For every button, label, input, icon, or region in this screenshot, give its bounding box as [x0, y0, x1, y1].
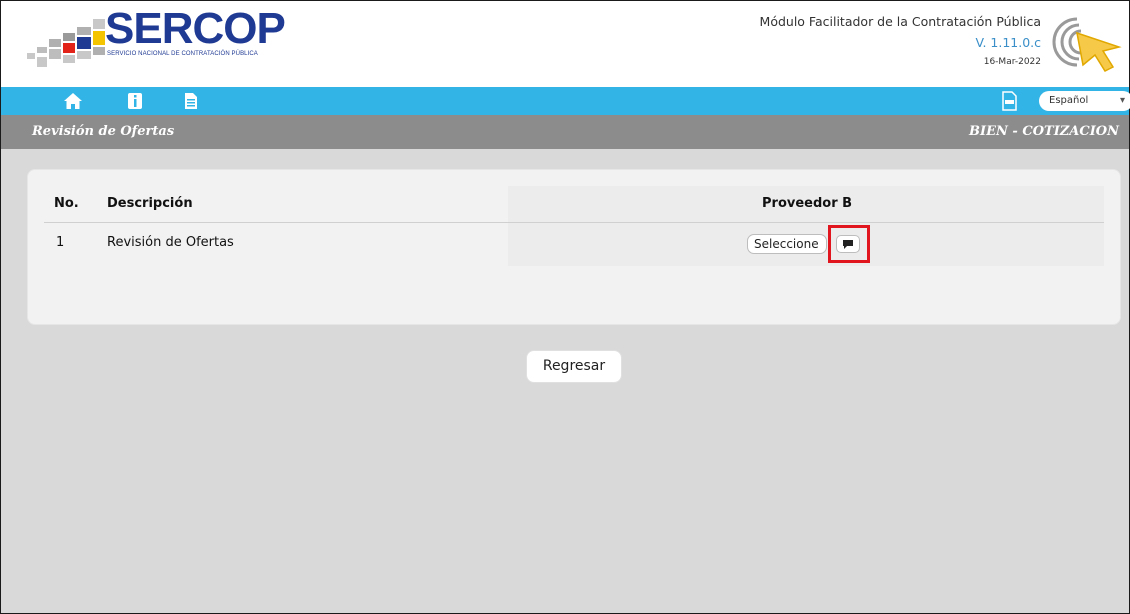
cursor-logo-icon [1052, 17, 1122, 72]
header: SERCOP SERVICIO NACIONAL DE CONTRATACIÓN… [1, 1, 1129, 87]
logo-subtitle: SERVICIO NACIONAL DE CONTRATACIÓN PÚBLIC… [107, 51, 258, 57]
comment-button[interactable] [836, 235, 860, 253]
title-bar: Revisión de Ofertas BIEN - COTIZACION [1, 115, 1129, 149]
info-icon[interactable] [125, 92, 145, 110]
logo-text: SERCOP [105, 4, 286, 53]
comment-icon [843, 240, 853, 249]
navbar: Español ▾ [1, 87, 1130, 115]
language-select[interactable]: Español ▾ [1039, 91, 1130, 111]
back-button[interactable]: Regresar [526, 350, 622, 383]
offers-table-panel: No. Descripción Proveedor B 1 Revisión d… [27, 169, 1121, 325]
row-description: Revisión de Ofertas [107, 235, 234, 250]
document-icon[interactable] [181, 92, 201, 110]
provider-select-button[interactable]: Seleccione [747, 234, 827, 254]
module-title: Módulo Facilitador de la Contratación Pú… [759, 14, 1041, 29]
header-info: Módulo Facilitador de la Contratación Pú… [760, 13, 1041, 69]
chevron-down-icon: ▾ [1119, 95, 1125, 106]
language-value: Español [1049, 95, 1089, 106]
home-icon[interactable] [63, 92, 83, 110]
page-title: Revisión de Ofertas [32, 124, 175, 139]
pdf-icon[interactable] [1001, 91, 1017, 111]
row-number: 1 [56, 235, 65, 250]
process-type-label: BIEN - COTIZACION [969, 124, 1119, 139]
version-label: V. 1.11.0.c [975, 35, 1042, 50]
column-header-no: No. [54, 196, 79, 211]
date-label: 16-Mar-2022 [983, 57, 1041, 67]
column-header-description: Descripción [107, 196, 193, 211]
column-header-provider: Proveedor B [762, 196, 853, 211]
header-divider [44, 222, 1104, 223]
